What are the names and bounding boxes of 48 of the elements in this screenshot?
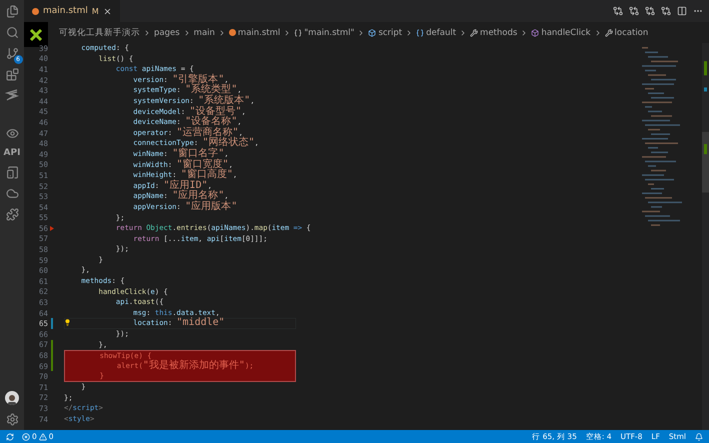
breadcrumb-item[interactable]: handleClick [531,28,591,38]
eye-icon[interactable] [6,127,18,140]
breadcrumb-item[interactable]: location [604,28,648,38]
file-icon [32,8,39,14]
bell-icon[interactable] [695,432,703,440]
editor-tab[interactable]: main.stml M [24,0,120,22]
variable-icon [416,28,424,36]
cube-icon [368,28,376,36]
logo-icon [24,22,48,47]
minimap[interactable] [640,43,709,430]
warning-icon[interactable] [38,432,47,440]
compare-icon[interactable] [613,6,623,16]
extensions-icon[interactable] [6,68,18,81]
file-icon [228,29,236,36]
change-marker [51,318,53,330]
compare-icon[interactable] [661,6,671,16]
wrench-icon [604,28,613,36]
chevron-icon [143,28,151,36]
compare-icon[interactable] [629,6,639,16]
stripes-icon[interactable] [5,89,19,101]
compare-icon[interactable] [645,6,655,16]
braces-icon [294,28,302,36]
files-icon[interactable] [6,5,18,18]
breadcrumb-item[interactable]: pages [154,28,180,38]
cloud-icon[interactable] [6,187,18,200]
breadcrumb-item[interactable]: default [416,28,456,38]
breadcrumb-item[interactable]: main.stml [228,28,280,38]
puzzle-icon[interactable] [6,208,18,221]
sync-icon[interactable] [6,432,14,440]
settings-icon[interactable] [6,413,18,426]
modified-status: M [92,6,99,16]
breadcrumb-item[interactable]: 可视化工具新手演示 [59,26,140,38]
cube-icon [531,28,540,36]
breadcrumb-item[interactable]: methods [470,28,518,38]
avatar[interactable] [5,391,19,405]
api-label[interactable]: API [4,148,20,158]
close-icon[interactable] [102,6,112,16]
breadcrumb-item[interactable]: main [194,28,215,38]
device-icon[interactable] [6,166,18,179]
lightbulb-icon[interactable] [64,319,71,326]
breadcrumb-item[interactable]: "main.stml" [294,28,354,38]
tab-title: main.stml [43,6,88,16]
breadcrumb-item[interactable]: script [368,28,402,38]
search-icon[interactable] [6,26,18,39]
split-editor-icon[interactable] [677,6,687,16]
error-icon[interactable] [22,432,30,440]
error-marker-icon [50,226,54,231]
wrench-icon [470,28,478,36]
